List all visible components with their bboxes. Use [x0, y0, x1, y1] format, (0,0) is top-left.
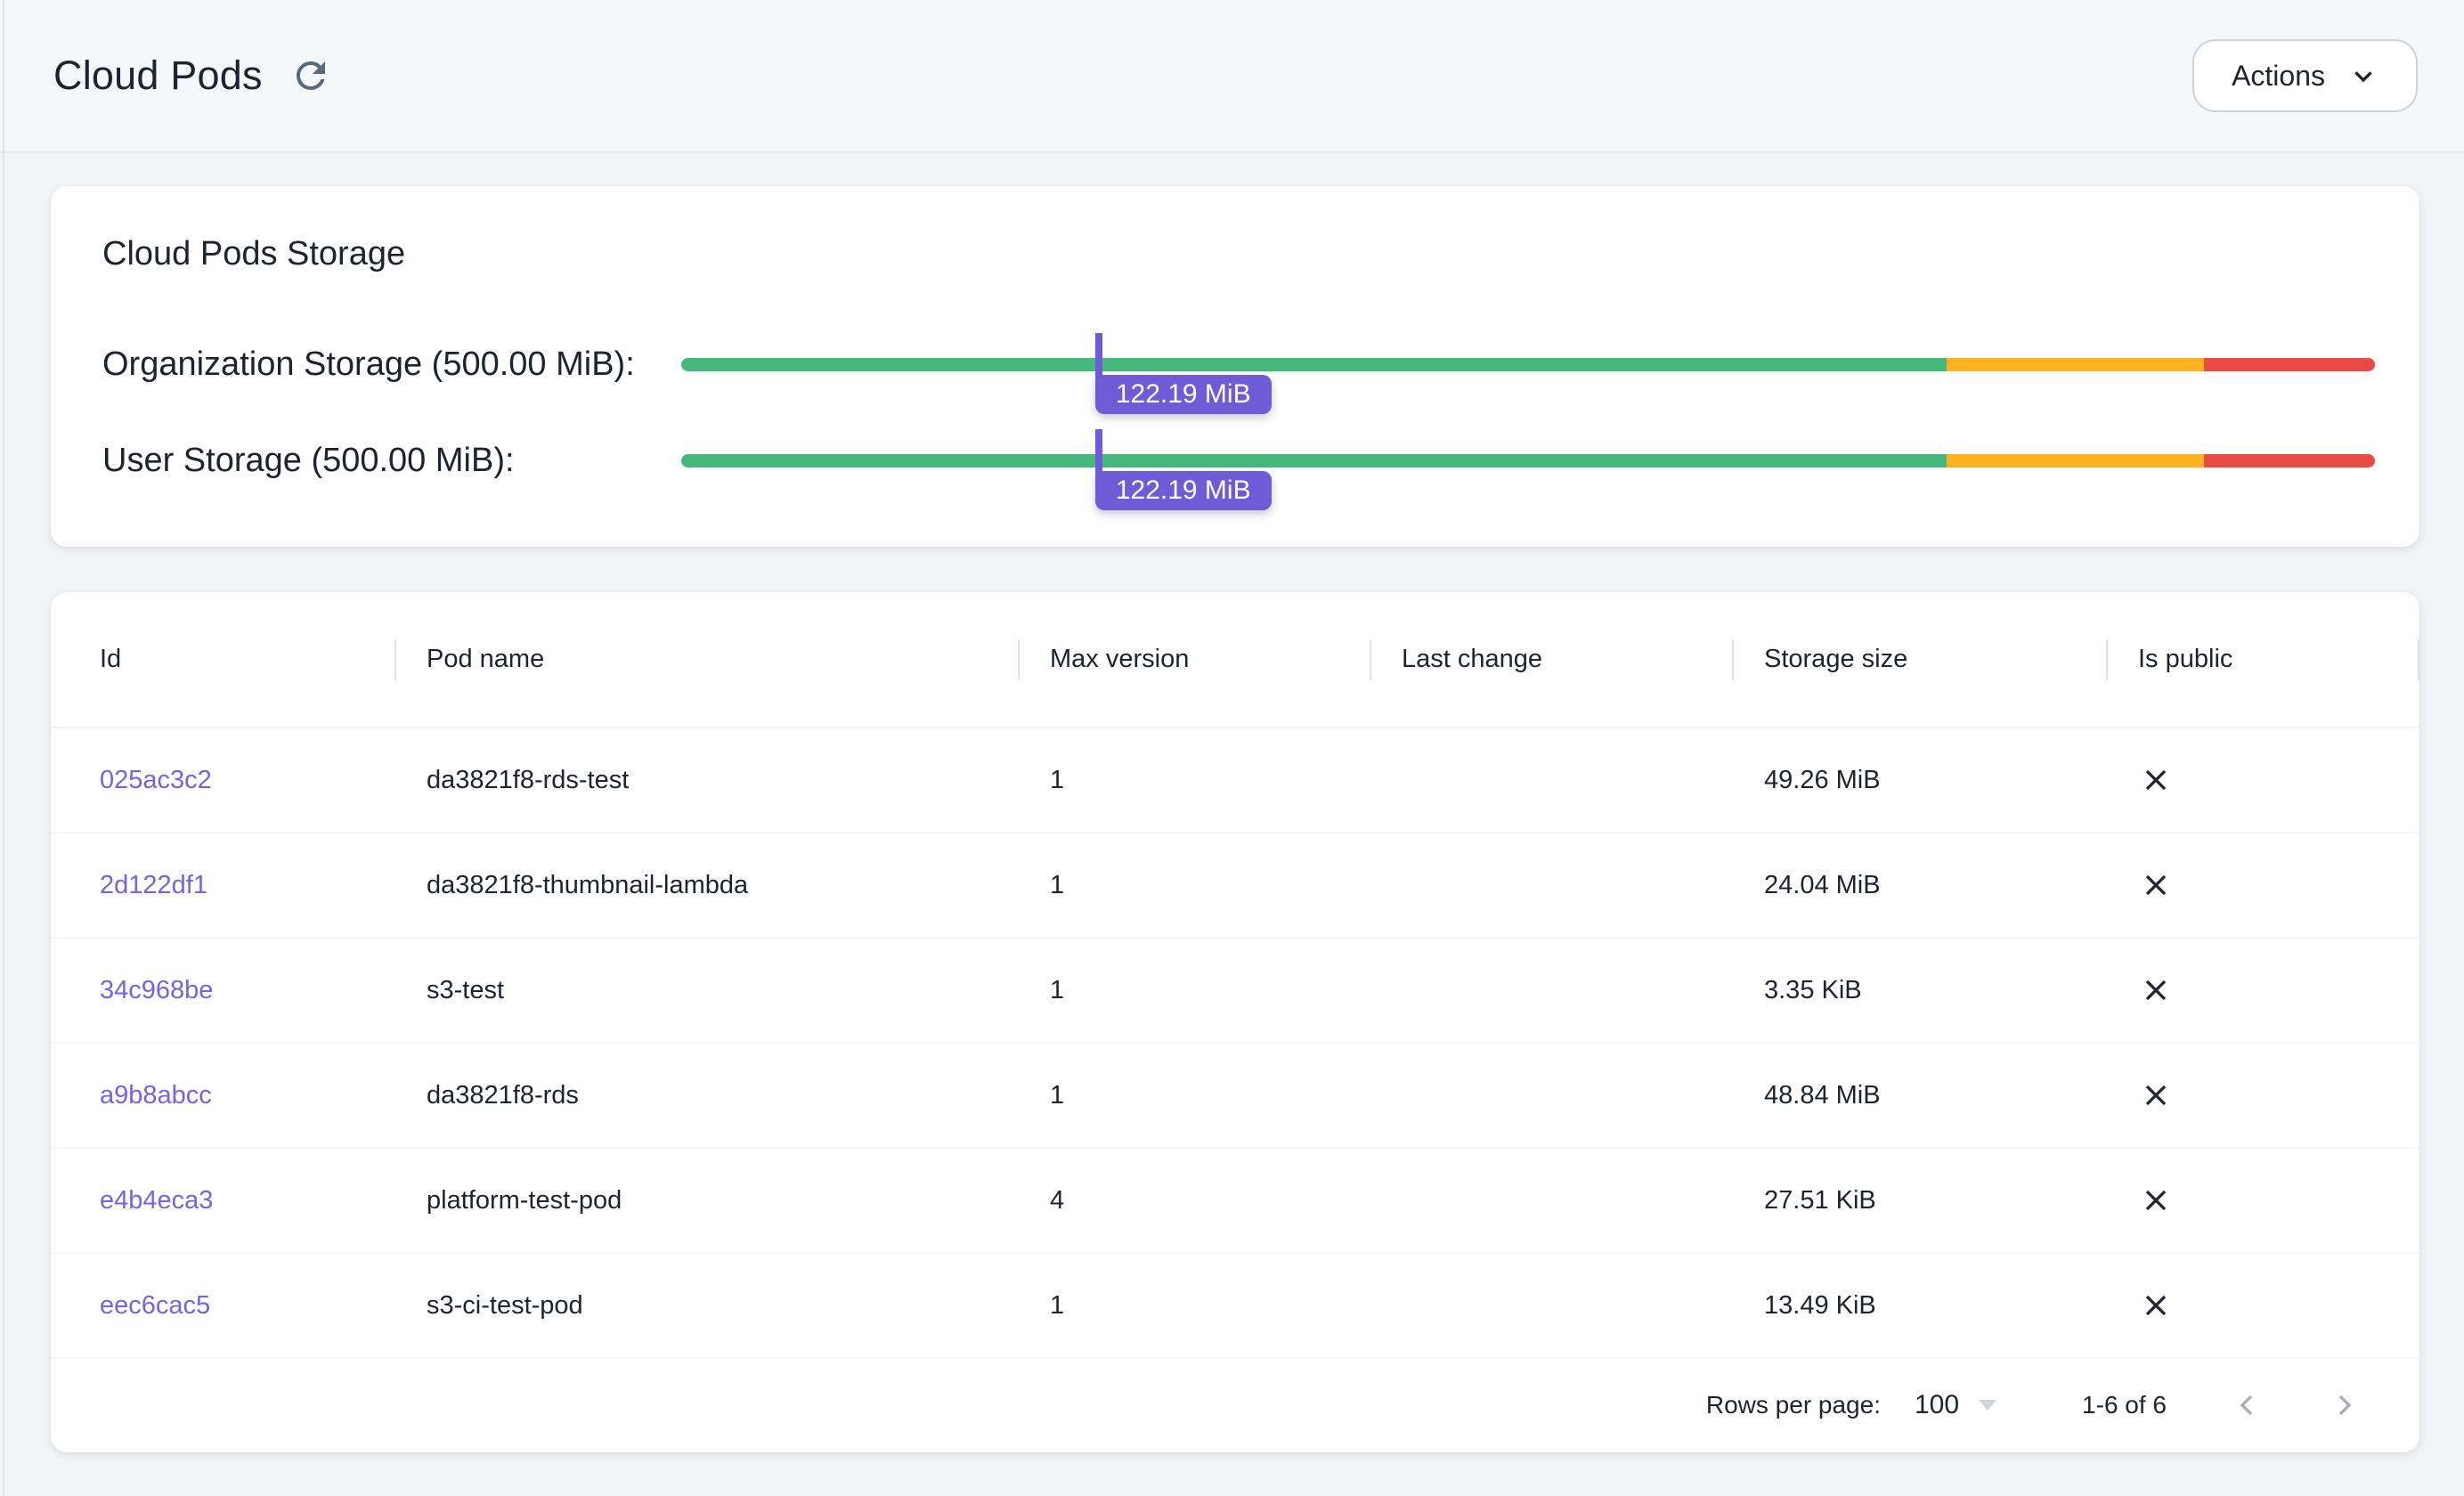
column-header-last-change[interactable]: Last change	[1371, 592, 1734, 728]
storage-size-cell: 27.51 KiB	[1734, 1148, 2108, 1253]
max-version-cell: 1	[1020, 938, 1371, 1043]
max-version-cell: 1	[1020, 833, 1371, 938]
pod-name-cell: s3-ci-test-pod	[396, 1253, 1020, 1358]
pod-name-cell: da3821f8-rds-test	[396, 728, 1020, 833]
last-change-cell	[1371, 833, 1734, 938]
rows-per-page-select[interactable]: 100	[1915, 1390, 1996, 1420]
actions-button[interactable]: Actions	[2192, 39, 2418, 112]
storage-bar: 122.19 MiB	[681, 454, 2375, 467]
last-change-cell	[1371, 1043, 1734, 1148]
pod-name-cell: da3821f8-thumbnail-lambda	[396, 833, 1020, 938]
page-header: Cloud Pods Actions	[0, 0, 2464, 153]
storage-bar-marker	[1095, 333, 1102, 377]
column-header-id[interactable]: Id	[51, 592, 396, 728]
table-row: a9b8abcc da3821f8-rds 1 48.84 MiB	[51, 1043, 2419, 1148]
close-icon	[2138, 1077, 2174, 1113]
pod-id-link[interactable]: e4b4eca3	[100, 1186, 213, 1215]
pod-name-cell: s3-test	[396, 938, 1020, 1043]
max-version-cell: 1	[1020, 728, 1371, 833]
table-row: eec6cac5 s3-ci-test-pod 1 13.49 KiB	[51, 1253, 2419, 1358]
pod-id-link[interactable]: 025ac3c2	[100, 766, 212, 794]
close-icon	[2138, 972, 2174, 1008]
storage-card: Cloud Pods Storage Organization Storage …	[51, 186, 2419, 547]
user-storage-label: User Storage (500.00 MiB):	[102, 442, 681, 480]
user-storage-row: User Storage (500.00 MiB): 122.19 MiB	[102, 412, 2375, 508]
pagination-range: 1-6 of 6	[2082, 1391, 2167, 1419]
organization-storage-row: Organization Storage (500.00 MiB): 122.1…	[102, 316, 2375, 412]
storage-size-cell: 3.35 KiB	[1734, 938, 2108, 1043]
rows-per-page-label: Rows per page:	[1706, 1391, 1881, 1419]
storage-size-cell: 24.04 MiB	[1734, 833, 2108, 938]
refresh-icon[interactable]	[289, 54, 332, 97]
previous-page-button[interactable]	[2229, 1387, 2265, 1423]
cloud-pods-table-card: Id Pod name Max version Last change Stor…	[51, 592, 2419, 1452]
last-change-cell	[1371, 938, 1734, 1043]
max-version-cell: 1	[1020, 1043, 1371, 1148]
pod-id-link[interactable]: 2d122df1	[100, 871, 207, 899]
max-version-cell: 4	[1020, 1148, 1371, 1253]
storage-bar-marker	[1095, 429, 1102, 473]
storage-usage-badge: 122.19 MiB	[1095, 375, 1272, 414]
page-title: Cloud Pods	[53, 53, 263, 99]
organization-storage-label: Organization Storage (500.00 MiB):	[102, 346, 681, 384]
last-change-cell	[1371, 1253, 1734, 1358]
storage-size-cell: 49.26 MiB	[1734, 728, 2108, 833]
pod-name-cell: platform-test-pod	[396, 1148, 1020, 1253]
storage-usage-badge: 122.19 MiB	[1095, 471, 1272, 510]
next-page-button[interactable]	[2327, 1387, 2362, 1423]
close-icon	[2138, 1183, 2174, 1218]
storage-size-cell: 48.84 MiB	[1734, 1043, 2108, 1148]
storage-card-title: Cloud Pods Storage	[102, 229, 2375, 279]
pod-id-link[interactable]: a9b8abcc	[100, 1081, 212, 1110]
last-change-cell	[1371, 728, 1734, 833]
storage-bar-track	[681, 358, 2375, 371]
cloud-pods-table: Id Pod name Max version Last change Stor…	[51, 592, 2419, 1359]
table-pagination: Rows per page: 100 1-6 of 6	[51, 1359, 2419, 1451]
storage-bar: 122.19 MiB	[681, 358, 2375, 371]
table-row: e4b4eca3 platform-test-pod 4 27.51 KiB	[51, 1148, 2419, 1253]
pod-id-link[interactable]: eec6cac5	[100, 1291, 210, 1320]
table-row: 34c968be s3-test 1 3.35 KiB	[51, 938, 2419, 1043]
column-header-storage-size[interactable]: Storage size	[1734, 592, 2108, 728]
table-row: 2d122df1 da3821f8-thumbnail-lambda 1 24.…	[51, 833, 2419, 938]
table-header-row: Id Pod name Max version Last change Stor…	[51, 592, 2419, 728]
select-caret-icon	[1979, 1400, 1996, 1411]
chevron-left-icon	[2229, 1387, 2265, 1423]
rows-per-page-value: 100	[1915, 1390, 1959, 1420]
column-header-max-version[interactable]: Max version	[1020, 592, 1371, 728]
last-change-cell	[1371, 1148, 1734, 1253]
actions-button-label: Actions	[2232, 60, 2325, 93]
close-icon	[2138, 1288, 2174, 1323]
chevron-right-icon	[2327, 1387, 2362, 1423]
close-icon	[2138, 762, 2174, 798]
max-version-cell: 1	[1020, 1253, 1371, 1358]
table-row: 025ac3c2 da3821f8-rds-test 1 49.26 MiB	[51, 728, 2419, 833]
column-header-is-public[interactable]: Is public	[2108, 592, 2419, 728]
pod-id-link[interactable]: 34c968be	[100, 976, 213, 1004]
column-header-pod-name[interactable]: Pod name	[396, 592, 1020, 728]
pod-name-cell: da3821f8-rds	[396, 1043, 1020, 1148]
storage-bar-track	[681, 454, 2375, 467]
chevron-down-icon	[2348, 61, 2379, 91]
storage-size-cell: 13.49 KiB	[1734, 1253, 2108, 1358]
close-icon	[2138, 867, 2174, 903]
